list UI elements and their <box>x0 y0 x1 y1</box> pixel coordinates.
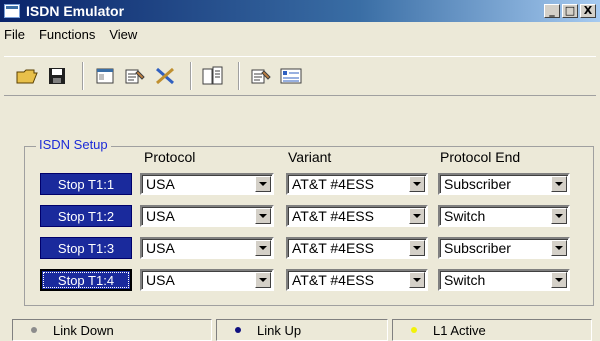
header-variant: Variant <box>288 149 332 165</box>
protocol-end-select-2[interactable]: Switch <box>438 205 570 227</box>
status-link-down-label: Link Down <box>53 322 114 338</box>
protocol-end-value-1: Subscriber <box>444 176 511 192</box>
menu-bar: File Functions View <box>0 22 600 46</box>
variant-select-1[interactable]: AT&T #4ESS <box>286 173 428 195</box>
status-link-up-label: Link Up <box>257 322 302 338</box>
toolbar-separator <box>82 62 84 90</box>
variant-value-4: AT&T #4ESS <box>292 272 374 288</box>
list-icon[interactable] <box>278 63 304 89</box>
protocol-value-1: USA <box>146 176 175 192</box>
stop-t1-3-button[interactable]: Stop T1:3 <box>40 237 132 259</box>
app-window-icon <box>4 4 20 18</box>
protocol-end-value-3: Subscriber <box>444 240 511 256</box>
chevron-down-icon[interactable] <box>409 208 425 224</box>
status-l1-active-label: L1 Active <box>433 322 486 338</box>
protocol-select-2[interactable]: USA <box>140 205 274 227</box>
variant-value-1: AT&T #4ESS <box>292 176 374 192</box>
stop-t1-2-button[interactable]: Stop T1:2 <box>40 205 132 227</box>
status-dot-blue-icon <box>235 327 241 333</box>
open-folder-icon[interactable] <box>14 63 40 89</box>
status-l1-active: L1 Active <box>392 319 592 341</box>
properties-icon[interactable] <box>122 63 148 89</box>
menu-functions[interactable]: Functions <box>39 27 95 42</box>
status-dot-yellow-icon <box>411 327 417 333</box>
chevron-down-icon[interactable] <box>255 208 271 224</box>
protocol-select-1[interactable]: USA <box>140 173 274 195</box>
protocol-end-select-1[interactable]: Subscriber <box>438 173 570 195</box>
minimize-button[interactable]: _ <box>544 4 560 18</box>
title-bar: ISDN Emulator _ □ X <box>0 0 600 22</box>
protocol-end-value-2: Switch <box>444 208 486 224</box>
chevron-down-icon[interactable] <box>551 176 567 192</box>
chevron-down-icon[interactable] <box>255 240 271 256</box>
chevron-down-icon[interactable] <box>409 176 425 192</box>
status-dot-gray-icon <box>31 327 37 333</box>
toolbar-separator <box>190 62 192 90</box>
menu-file[interactable]: File <box>4 27 25 42</box>
toolbar-separator <box>238 62 240 90</box>
status-link-up: Link Up <box>216 319 388 341</box>
header-protocol-end: Protocol End <box>440 149 521 165</box>
status-link-down: Link Down <box>12 319 212 341</box>
variant-value-2: AT&T #4ESS <box>292 208 374 224</box>
header-protocol: Protocol <box>144 149 196 165</box>
chevron-down-icon[interactable] <box>551 208 567 224</box>
chevron-down-icon[interactable] <box>551 272 567 288</box>
maximize-button[interactable]: □ <box>562 4 578 18</box>
chevron-down-icon[interactable] <box>409 272 425 288</box>
stop-t1-4-button[interactable]: Stop T1:4 <box>40 269 132 291</box>
chevron-down-icon[interactable] <box>255 272 271 288</box>
window-controls: _ □ X <box>544 4 596 18</box>
window-icon[interactable] <box>92 63 118 89</box>
protocol-select-4[interactable]: USA <box>140 269 274 291</box>
chevron-down-icon[interactable] <box>551 240 567 256</box>
protocol-end-select-3[interactable]: Subscriber <box>438 237 570 259</box>
save-icon[interactable] <box>44 63 70 89</box>
chevron-down-icon[interactable] <box>409 240 425 256</box>
chevron-down-icon[interactable] <box>255 176 271 192</box>
isdn-setup-legend: ISDN Setup <box>36 137 111 152</box>
properties-2-icon[interactable] <box>248 63 274 89</box>
variant-select-4[interactable]: AT&T #4ESS <box>286 269 428 291</box>
variant-select-3[interactable]: AT&T #4ESS <box>286 237 428 259</box>
document-icon[interactable] <box>200 63 226 89</box>
protocol-value-4: USA <box>146 272 175 288</box>
status-bar: Link Down Link Up L1 Active <box>12 319 600 341</box>
toolbar <box>4 56 596 96</box>
variant-select-2[interactable]: AT&T #4ESS <box>286 205 428 227</box>
window-title: ISDN Emulator <box>26 3 125 19</box>
stop-t1-1-button[interactable]: Stop T1:1 <box>40 173 132 195</box>
variant-value-3: AT&T #4ESS <box>292 240 374 256</box>
protocol-select-3[interactable]: USA <box>140 237 274 259</box>
protocol-value-3: USA <box>146 240 175 256</box>
protocol-end-select-4[interactable]: Switch <box>438 269 570 291</box>
tools-icon[interactable] <box>152 63 178 89</box>
protocol-value-2: USA <box>146 208 175 224</box>
menu-view[interactable]: View <box>109 27 137 42</box>
protocol-end-value-4: Switch <box>444 272 486 288</box>
close-button[interactable]: X <box>580 4 596 18</box>
